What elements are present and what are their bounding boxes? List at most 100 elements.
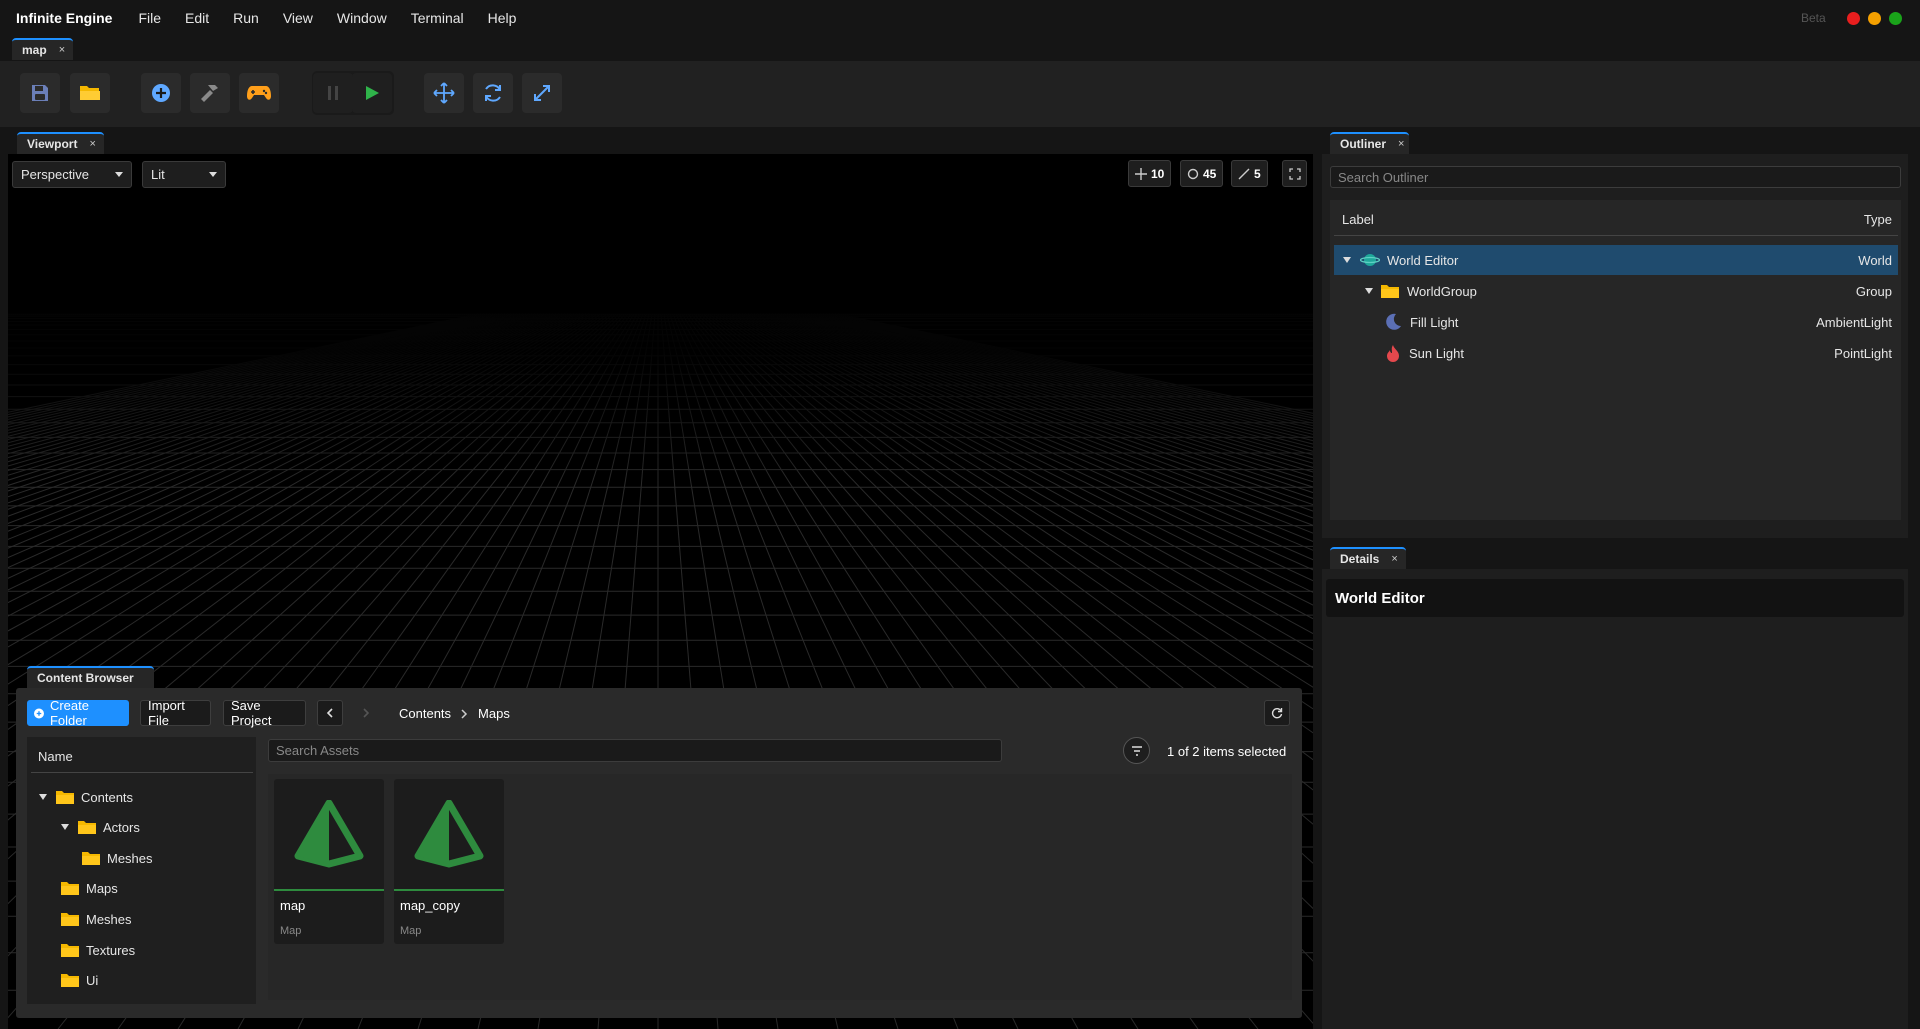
- snap-scale[interactable]: 5: [1231, 160, 1268, 187]
- outliner-label: Sun Light: [1409, 345, 1464, 361]
- folder-icon: [61, 882, 79, 895]
- asset-card-map-copy[interactable]: map_copy Map: [394, 779, 504, 944]
- tree-item-actors[interactable]: Actors: [60, 816, 140, 838]
- create-folder-button[interactable]: Create Folder: [27, 698, 129, 728]
- outliner-row-fill-light[interactable]: Fill Light AmbientLight: [1334, 307, 1898, 337]
- tab-viewport[interactable]: Viewport ×: [17, 132, 104, 154]
- folder-icon: [56, 791, 74, 804]
- tree-item-ui[interactable]: Ui: [60, 969, 98, 991]
- tab-details-label: Details: [1340, 552, 1380, 566]
- add-icon: [152, 84, 170, 102]
- document-tabs: map ×: [0, 36, 1920, 61]
- app-title: Infinite Engine: [16, 10, 113, 26]
- back-button[interactable]: [317, 700, 343, 726]
- selection-count: 1 of 2 items selected: [1167, 744, 1287, 759]
- save-button[interactable]: [20, 73, 60, 113]
- menu-window[interactable]: Window: [325, 10, 399, 26]
- tab-outliner[interactable]: Outliner ×: [1330, 132, 1409, 154]
- filter-icon: [1131, 745, 1142, 756]
- outliner-label: WorldGroup: [1407, 283, 1477, 299]
- create-folder-label: Create Folder: [49, 698, 89, 728]
- tab-outliner-close[interactable]: ×: [1398, 138, 1404, 150]
- tab-viewport-close[interactable]: ×: [89, 138, 95, 150]
- pause-icon: [328, 86, 338, 100]
- add-button[interactable]: [141, 73, 181, 113]
- breadcrumb: Contents Maps: [399, 706, 510, 721]
- outliner-row-worldgroup[interactable]: WorldGroup Group: [1334, 276, 1898, 306]
- close-window-button[interactable]: [1847, 12, 1860, 25]
- save-project-button[interactable]: Save Project: [223, 698, 306, 728]
- asset-card-map[interactable]: map Map: [274, 779, 384, 944]
- asset-search-input[interactable]: Search Assets: [268, 739, 1002, 762]
- map-asset-icon: [414, 800, 484, 868]
- rotate-tool-button[interactable]: [473, 73, 513, 113]
- fullscreen-button[interactable]: [1282, 160, 1307, 187]
- save-project-label: Save Project: [231, 698, 272, 728]
- maximize-window-button[interactable]: [1889, 12, 1902, 25]
- tab-map-close[interactable]: ×: [59, 44, 65, 56]
- move-icon: [433, 82, 455, 104]
- open-button[interactable]: [70, 73, 110, 113]
- build-button[interactable]: [190, 73, 230, 113]
- rotate-icon: [1187, 168, 1199, 179]
- breadcrumb-maps[interactable]: Maps: [478, 706, 510, 721]
- shading-dropdown[interactable]: Lit: [142, 161, 226, 188]
- snap-move[interactable]: 10: [1128, 160, 1172, 187]
- caret-down-icon: [1365, 288, 1373, 294]
- chevron-right-icon: [363, 708, 370, 718]
- outliner-type: PointLight: [1834, 345, 1892, 361]
- beta-badge: Beta: [1801, 11, 1826, 25]
- tab-map[interactable]: map ×: [12, 38, 73, 60]
- outliner-row-world-editor[interactable]: World Editor World: [1334, 245, 1898, 275]
- folder-icon: [61, 913, 79, 926]
- menu-help[interactable]: Help: [476, 10, 529, 26]
- chevron-down-icon: [209, 172, 217, 177]
- filter-button[interactable]: [1123, 737, 1150, 764]
- snap-rotate[interactable]: 45: [1180, 160, 1224, 187]
- tab-details[interactable]: Details ×: [1330, 547, 1406, 569]
- forward-button[interactable]: [353, 700, 379, 726]
- refresh-button[interactable]: [1264, 700, 1290, 726]
- gamepad-icon: [247, 86, 271, 100]
- tree-label: Meshes: [86, 911, 132, 927]
- play-button[interactable]: [352, 73, 392, 113]
- menu-run[interactable]: Run: [221, 10, 271, 26]
- outliner-type: Group: [1855, 283, 1892, 299]
- folder-open-icon: [80, 86, 100, 100]
- minimize-window-button[interactable]: [1868, 12, 1881, 25]
- tree-item-meshes-actors[interactable]: Meshes: [81, 847, 153, 869]
- breadcrumb-contents[interactable]: Contents: [399, 706, 451, 721]
- menu-file[interactable]: File: [126, 10, 173, 26]
- tree-item-textures[interactable]: Textures: [60, 939, 135, 961]
- hammer-icon: [201, 85, 218, 102]
- menubar: Infinite Engine File Edit Run View Windo…: [0, 0, 1920, 36]
- tree-item-maps[interactable]: Maps: [60, 877, 118, 899]
- scale-tool-button[interactable]: [522, 73, 562, 113]
- tree-label: Actors: [103, 819, 140, 835]
- tree-header: Name: [31, 741, 253, 773]
- tree-header-label: Name: [38, 749, 73, 764]
- folder-icon: [1381, 285, 1399, 298]
- tab-details-close[interactable]: ×: [1391, 553, 1397, 565]
- outliner-search-input[interactable]: Search Outliner: [1330, 166, 1901, 188]
- outliner-row-sun-light[interactable]: Sun Light PointLight: [1334, 338, 1898, 368]
- flame-icon: [1387, 345, 1399, 362]
- moon-icon: [1386, 313, 1401, 330]
- tab-content-browser-label: Content Browser: [37, 671, 134, 685]
- menu-terminal[interactable]: Terminal: [399, 10, 476, 26]
- folder-tree: [27, 737, 256, 1004]
- menu-view[interactable]: View: [271, 10, 325, 26]
- move-tool-button[interactable]: [424, 73, 464, 113]
- tree-item-contents[interactable]: Contents: [38, 786, 133, 808]
- folder-icon: [61, 974, 79, 987]
- projection-dropdown[interactable]: Perspective: [12, 161, 132, 188]
- import-file-button[interactable]: Import File: [140, 698, 211, 728]
- tree-item-meshes[interactable]: Meshes: [60, 908, 132, 930]
- pause-button[interactable]: [313, 73, 353, 113]
- game-button[interactable]: [239, 73, 279, 113]
- tab-content-browser[interactable]: Content Browser: [27, 666, 154, 688]
- tree-label: Maps: [86, 880, 118, 896]
- asset-type: Map: [400, 925, 422, 937]
- folder-icon: [82, 852, 100, 865]
- menu-edit[interactable]: Edit: [173, 10, 221, 26]
